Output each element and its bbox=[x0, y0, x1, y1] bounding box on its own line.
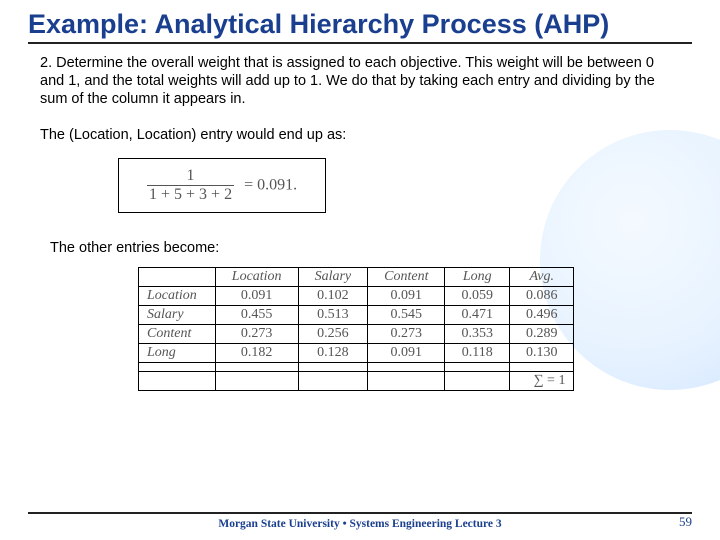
table-row: Long 0.182 0.128 0.091 0.118 0.130 bbox=[139, 344, 574, 363]
cell: 0.128 bbox=[298, 344, 368, 363]
sum-empty bbox=[368, 372, 445, 391]
table-row: Location 0.091 0.102 0.091 0.059 0.086 bbox=[139, 287, 574, 306]
col-header: Location bbox=[215, 268, 298, 287]
footer-text: Morgan State University • Systems Engine… bbox=[28, 518, 692, 530]
row-header: Content bbox=[139, 325, 216, 344]
row-header: Long bbox=[139, 344, 216, 363]
formula-box: 1 1 + 5 + 3 + 2 = 0.091. bbox=[118, 158, 326, 213]
table-row: Content 0.273 0.256 0.273 0.353 0.289 bbox=[139, 325, 574, 344]
cell: 0.273 bbox=[368, 325, 445, 344]
paragraph-example-intro: The (Location, Location) entry would end… bbox=[40, 126, 680, 144]
formula-rhs: = 0.091. bbox=[244, 177, 297, 194]
table-sum-row: ∑ = 1 bbox=[139, 372, 574, 391]
sum-empty bbox=[445, 372, 510, 391]
title-underline bbox=[28, 42, 692, 44]
sum-empty bbox=[139, 372, 216, 391]
cell: 0.130 bbox=[509, 344, 574, 363]
weights-table: Location Salary Content Long Avg. Locati… bbox=[138, 267, 574, 391]
table-header-row: Location Salary Content Long Avg. bbox=[139, 268, 574, 287]
col-header: Content bbox=[368, 268, 445, 287]
footer-rule bbox=[28, 512, 692, 514]
slide-content: Example: Analytical Hierarchy Process (A… bbox=[0, 0, 720, 540]
col-header: Avg. bbox=[509, 268, 574, 287]
row-header: Salary bbox=[139, 306, 216, 325]
cell: 0.256 bbox=[298, 325, 368, 344]
table-corner bbox=[139, 268, 216, 287]
sum-cell: ∑ = 1 bbox=[509, 372, 574, 391]
cell: 0.471 bbox=[445, 306, 510, 325]
fraction-numerator: 1 bbox=[147, 167, 234, 186]
paragraph-other-entries: The other entries become: bbox=[50, 239, 680, 257]
sum-empty bbox=[298, 372, 368, 391]
cell: 0.496 bbox=[509, 306, 574, 325]
weights-table-wrap: Location Salary Content Long Avg. Locati… bbox=[138, 267, 692, 391]
cell: 0.102 bbox=[298, 287, 368, 306]
col-header: Long bbox=[445, 268, 510, 287]
cell: 0.091 bbox=[368, 287, 445, 306]
cell: 0.353 bbox=[445, 325, 510, 344]
cell: 0.182 bbox=[215, 344, 298, 363]
slide-footer: Morgan State University • Systems Engine… bbox=[28, 498, 692, 530]
row-header: Location bbox=[139, 287, 216, 306]
col-header: Salary bbox=[298, 268, 368, 287]
cell: 0.513 bbox=[298, 306, 368, 325]
table-row: Salary 0.455 0.513 0.545 0.471 0.496 bbox=[139, 306, 574, 325]
cell: 0.059 bbox=[445, 287, 510, 306]
cell: 0.545 bbox=[368, 306, 445, 325]
cell: 0.289 bbox=[509, 325, 574, 344]
cell: 0.086 bbox=[509, 287, 574, 306]
sum-empty bbox=[215, 372, 298, 391]
paragraph-step2: 2. Determine the overall weight that is … bbox=[40, 54, 680, 108]
cell: 0.455 bbox=[215, 306, 298, 325]
table-spacer-row bbox=[139, 363, 574, 372]
fraction-denominator: 1 + 5 + 3 + 2 bbox=[147, 186, 234, 204]
cell: 0.273 bbox=[215, 325, 298, 344]
cell: 0.091 bbox=[368, 344, 445, 363]
page-number: 59 bbox=[679, 514, 692, 530]
cell: 0.118 bbox=[445, 344, 510, 363]
cell: 0.091 bbox=[215, 287, 298, 306]
fraction: 1 1 + 5 + 3 + 2 bbox=[147, 167, 234, 204]
slide-title: Example: Analytical Hierarchy Process (A… bbox=[28, 10, 692, 40]
